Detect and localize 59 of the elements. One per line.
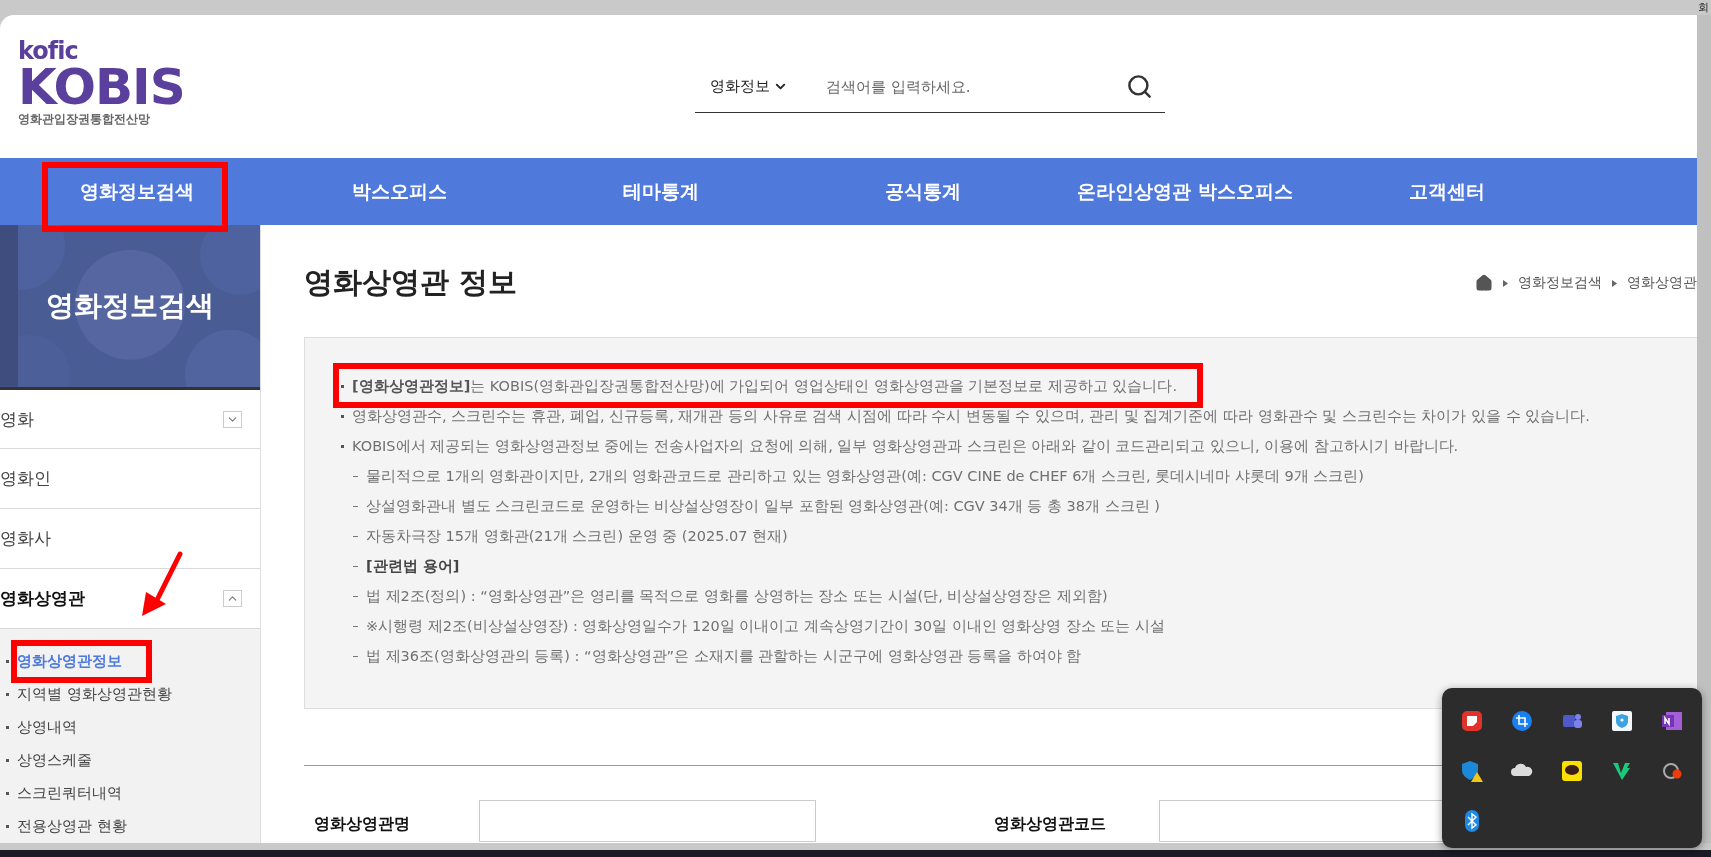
submenu-item[interactable]: 상영스케줄 <box>6 744 260 778</box>
field-label: 영화상영관명 <box>313 814 411 835</box>
field-label: 영화상영관코드 <box>993 814 1107 835</box>
home-icon[interactable] <box>1475 274 1493 292</box>
caret-icon <box>1612 279 1617 287</box>
dash-icon <box>353 505 358 507</box>
notice-text: 법 제36조(영화상영관의 등록) : “영화상영관”은 소재지를 관할하는 시군구에 영화상영관 등록을 하여야 함 <box>366 646 1082 666</box>
nav-item[interactable]: 박스오피스 <box>268 158 530 225</box>
toggle-button[interactable] <box>223 410 242 428</box>
submenu-item[interactable]: 상영내역 <box>6 711 260 745</box>
nav-item[interactable]: 공식통계 <box>792 158 1054 225</box>
notice-text: 법 제2조(정의) : “영화상영관”은 영리를 목적으로 영화를 상영하는 장소 또는 시설(단, 비상설상영장은 제외함) <box>366 586 1108 606</box>
bullet-icon <box>6 660 9 664</box>
notice-text: ※시행령 제2조(비상설상영장) : 영화상영일수가 120일 이내이고 계속상영기간이 30일 이내인 영화상영 장소 또는 시설 <box>366 616 1165 636</box>
bullet-icon <box>6 726 9 730</box>
bullet-icon <box>6 759 9 763</box>
submenu-item[interactable]: 지역별 영화상영관현황 <box>6 678 260 712</box>
logo-tagline: 영화관입장권통합전산망 <box>18 111 151 127</box>
sidebar-menu-item[interactable]: 영화 <box>0 389 260 450</box>
search-scope-dropdown[interactable]: 영화정보 <box>710 77 788 96</box>
submenu-item[interactable]: 전용상영관 현황 <box>6 810 260 843</box>
toggle-button[interactable] <box>223 590 242 608</box>
bullet-icon <box>341 444 344 448</box>
notice-text: KOBIS에서 제공되는 영화상영관정보 중에는 전송사업자의 요청에 의해, 일부 영화상영관과 스크린은 아래와 같이 코드관리되고 있으니, 이용에 참고하시기 바랍니다. <box>352 436 1459 456</box>
submenu-item[interactable]: 영화상영관정보 <box>6 645 260 679</box>
notice-text: 상설영화관내 별도 스크린코드로 운영하는 비상설상영장이 일부 포함된 영화상영관(예: CGV 34개 등 총 38개 스크린 ) <box>366 496 1160 516</box>
dash-icon <box>353 565 358 567</box>
notice-text: 물리적으로 1개의 영화관이지만, 2개의 영화관코드로 관리하고 있는 영화상영관(예: CGV CINE de CHEF 6개 스크린, 롯데시네마 샤롯데 9개 스크린) <box>366 466 1365 486</box>
search-button[interactable] <box>1126 73 1153 100</box>
nav-item[interactable]: 온라인상영관 박스오피스 <box>1054 158 1316 225</box>
bullet-icon <box>341 414 344 418</box>
bullet-icon <box>6 792 9 796</box>
notice-text: 자동차극장 15개 영화관(21개 스크린) 운영 중 (2025.07 현재) <box>366 526 788 546</box>
breadcrumb-link[interactable]: 영화상영관 <box>1627 274 1697 292</box>
dash-icon <box>353 595 358 597</box>
logo-brand: kofic <box>18 39 79 63</box>
bullet-icon <box>6 693 9 697</box>
notice-text: [관련법 용어] <box>366 556 460 576</box>
bullet-icon <box>6 825 9 829</box>
nav-item[interactable]: 테마통계 <box>530 158 792 225</box>
dash-icon <box>353 535 358 537</box>
bullet-icon <box>341 384 344 388</box>
sidebar-menu-item[interactable]: 영화사 <box>0 509 260 570</box>
notice-text: 영화상영관수, 스크린수는 휴관, 폐업, 신규등록, 재개관 등의 사유로 검색 시점에 따라 수시 변동될 수 있으며, 관리 및 집계기준에 따라 영화관수 및 스크린수는 차이가 있을 수 있습니다. <box>352 406 1590 426</box>
logo-name[interactable]: KOBIS <box>18 63 695 111</box>
nav-item[interactable]: 영화정보검색 <box>6 158 268 225</box>
member-link[interactable]: 회 <box>1698 1 1709 14</box>
nav-item[interactable]: 고객센터 <box>1316 158 1578 225</box>
page-title: 영화상영관 정보 <box>304 264 518 301</box>
dash-icon <box>353 655 358 657</box>
sidebar-menu-item[interactable]: 영화인 <box>0 449 260 510</box>
caret-icon <box>1503 279 1508 287</box>
dash-icon <box>353 475 358 477</box>
notice-text: [영화상영관정보]는 KOBIS(영화관입장권통합전산망)에 가입되어 영업상태인 영화상영관을 기본정보로 제공하고 있습니다. <box>352 376 1177 396</box>
breadcrumb-link[interactable]: 영화정보검색 <box>1518 274 1602 292</box>
input-field[interactable] <box>479 800 816 842</box>
dash-icon <box>353 625 358 627</box>
submenu-item[interactable]: 스크린쿼터내역 <box>6 777 260 811</box>
sidebar-title: 영화정보검색 <box>46 287 214 324</box>
